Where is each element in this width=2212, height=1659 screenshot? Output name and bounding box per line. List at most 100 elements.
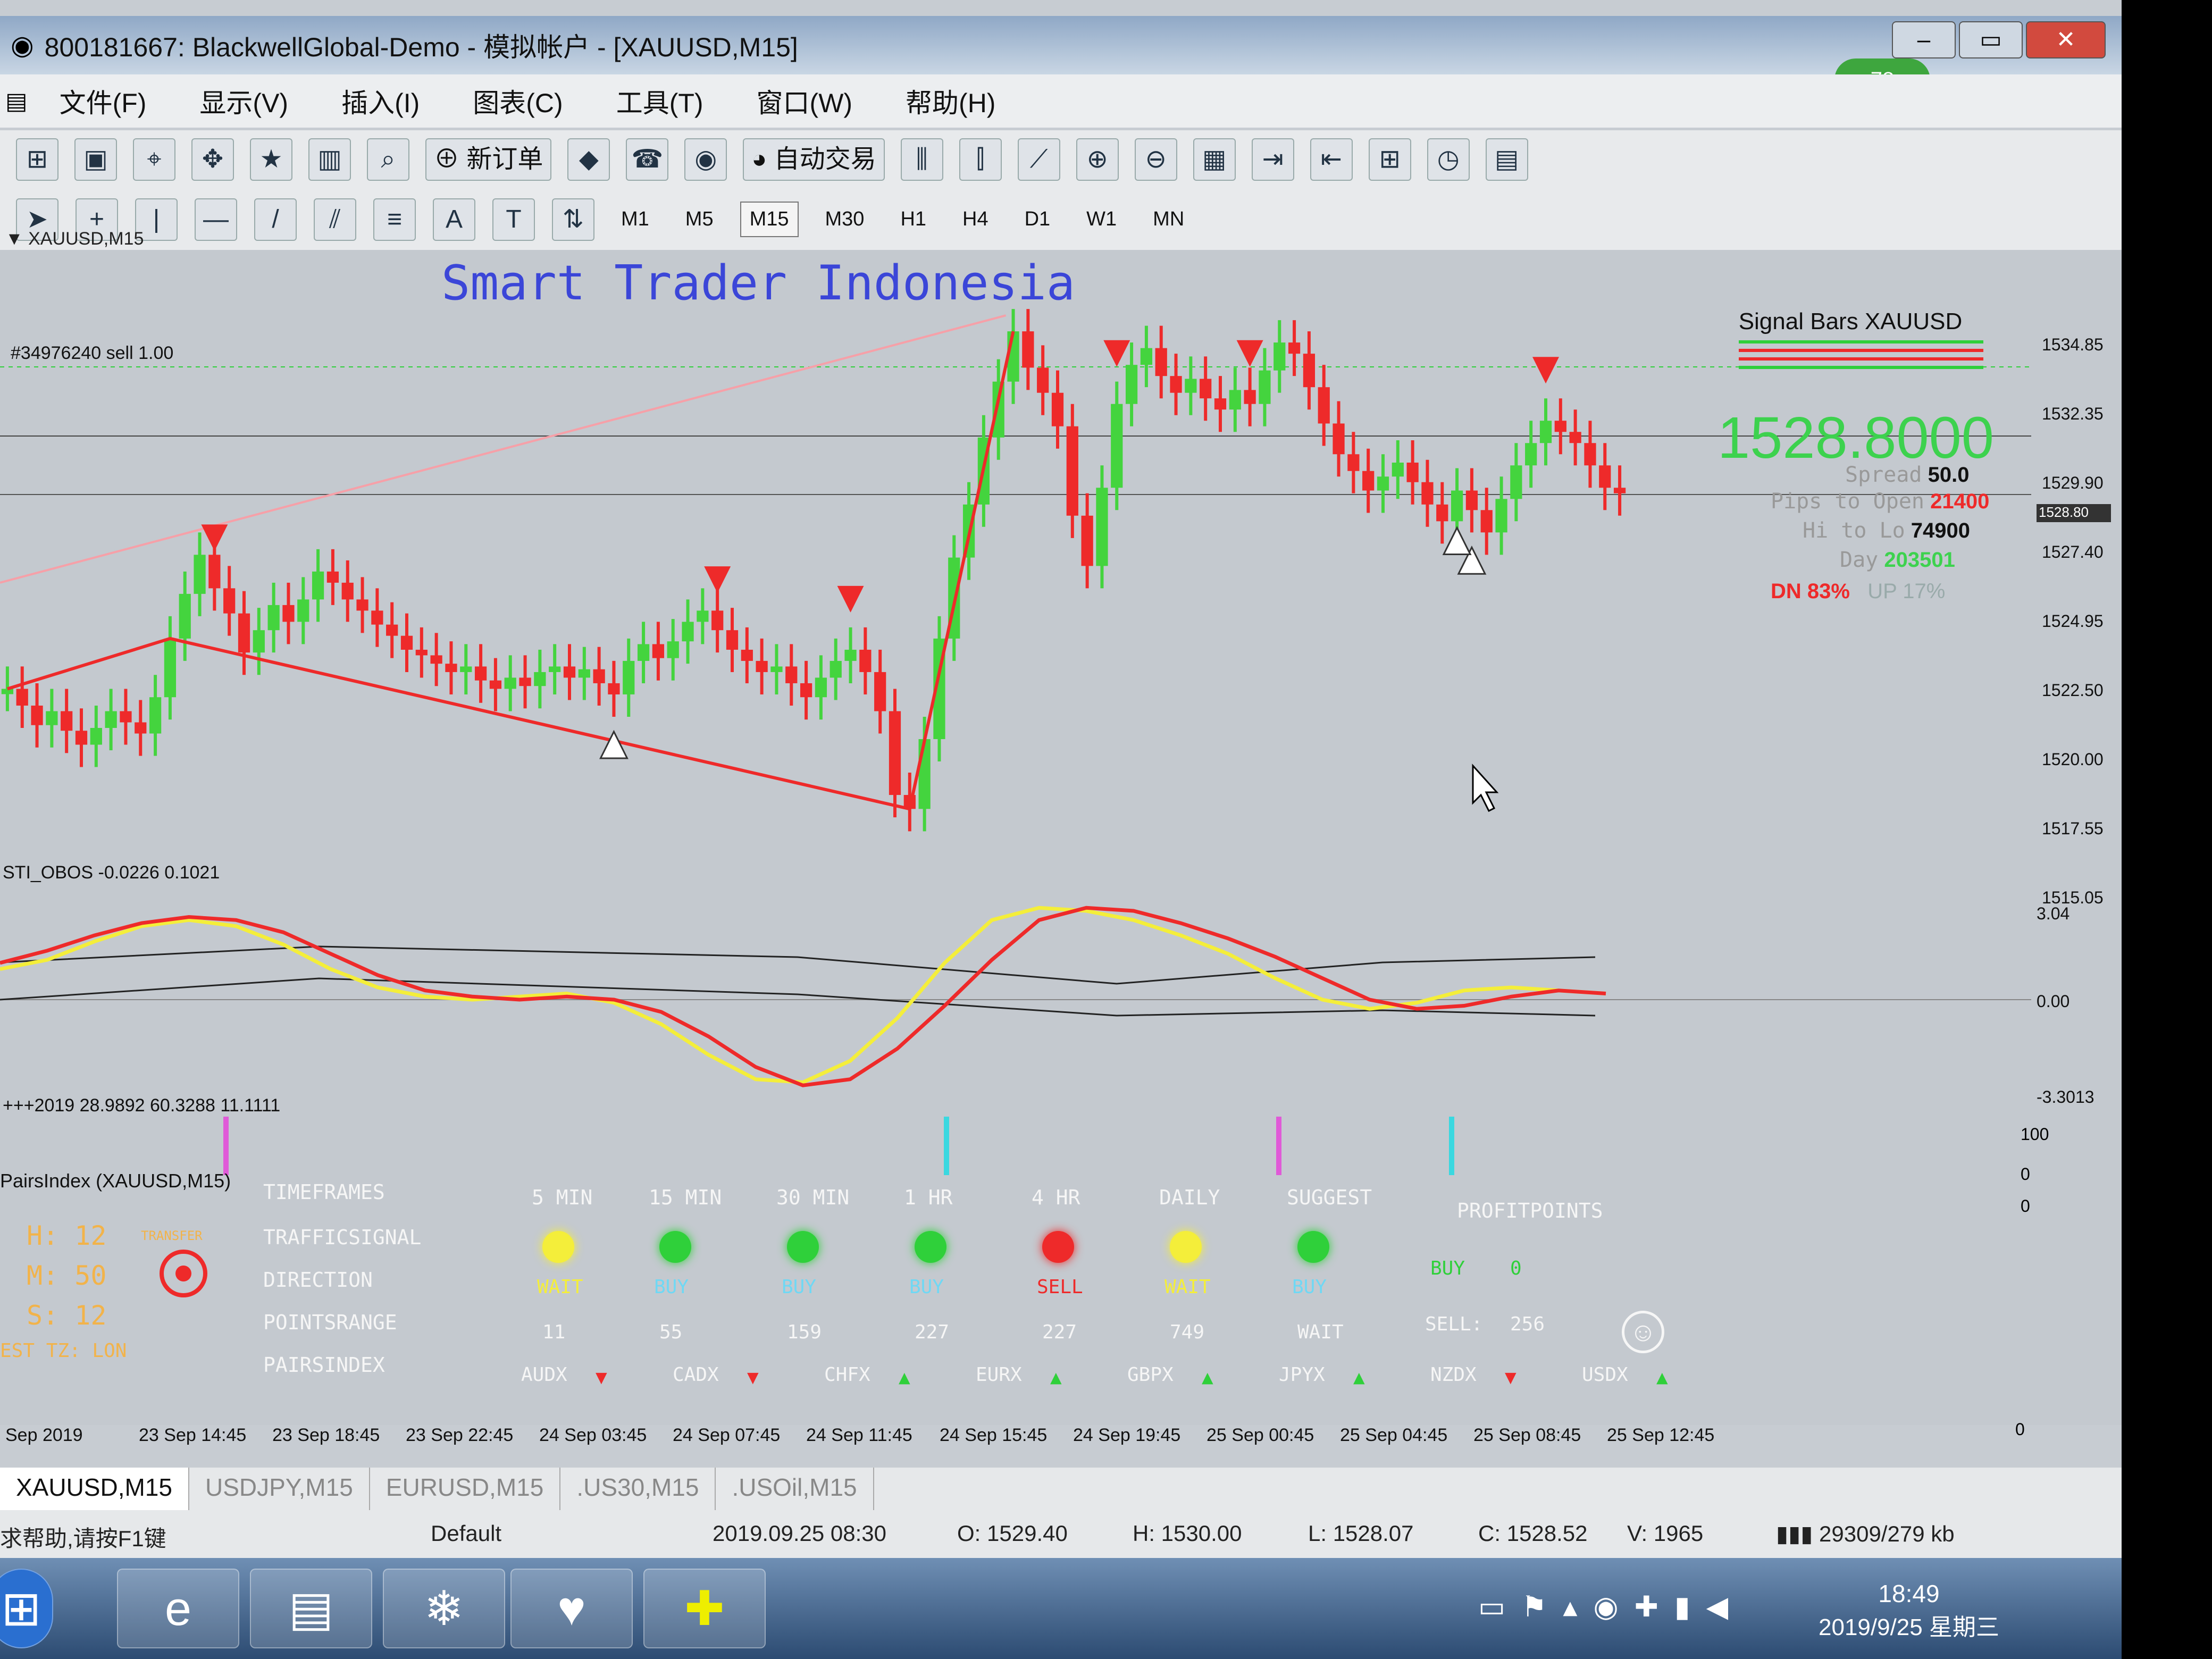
buy-arrow-icon — [599, 730, 629, 759]
status-profile[interactable]: Default — [431, 1521, 501, 1546]
data-window-icon[interactable]: ✥ — [191, 138, 234, 181]
current-price-tag: 1528.80 — [2037, 504, 2111, 522]
arrows-icon[interactable]: ⇅ — [552, 198, 594, 241]
menu-charts[interactable]: 图表(C) — [473, 82, 563, 120]
candle-body — [697, 610, 709, 622]
obos-tick: 3.04 — [2037, 904, 2070, 923]
tab-us30[interactable]: .US30,M15 — [560, 1468, 716, 1510]
tab-usdjpy[interactable]: USDJPY,M15 — [189, 1468, 370, 1510]
periods-icon[interactable]: ◷ — [1427, 138, 1470, 181]
navigator-icon[interactable]: ★ — [250, 138, 292, 181]
start-button[interactable]: ⊞ — [0, 1569, 53, 1648]
tile-windows-icon[interactable]: ▦ — [1193, 138, 1236, 181]
price-scale[interactable]: 1534.85 1532.35 1529.90 1527.40 1524.95 … — [2031, 298, 2122, 936]
cards-game-icon[interactable]: ♥ — [510, 1569, 633, 1648]
clock[interactable]: 18:49 2019/9/25 星期三 — [1819, 1579, 1999, 1642]
pair-name: CHFX — [824, 1364, 870, 1386]
row-label-timeframes: TIMEFRAMES — [263, 1180, 385, 1204]
timeframe-h4[interactable]: H4 — [953, 202, 998, 237]
text-label-icon[interactable]: T — [492, 198, 535, 241]
timeframe-mn[interactable]: MN — [1143, 202, 1194, 237]
auto-trading-button[interactable]: ◕ 自动交易 — [743, 138, 885, 181]
timeframe-m1[interactable]: M1 — [611, 202, 659, 237]
profiles-icon[interactable]: ▣ — [74, 138, 117, 181]
bar-chart-icon[interactable]: ⫼ — [900, 138, 943, 181]
watermark-title: Smart Trader Indonesia — [441, 255, 1076, 311]
tab-usoil[interactable]: .USOil,M15 — [716, 1468, 874, 1510]
indicators-icon[interactable]: ⊞ — [1368, 138, 1411, 181]
fibonacci-icon[interactable]: ≡ — [373, 198, 416, 241]
price-tick: 1527.40 — [2042, 542, 2104, 562]
auto-trading-label: 自动交易 — [774, 145, 876, 173]
timeframe-m15[interactable]: M15 — [740, 202, 799, 237]
row-label-trafficsignal: TRAFFICSIGNAL — [263, 1226, 422, 1249]
candle-body — [312, 571, 324, 600]
candle-body — [1155, 348, 1167, 376]
time-axis: Sep 2019 23 Sep 14:45 23 Sep 18:45 23 Sep 2… — [0, 1425, 2122, 1457]
menu-view[interactable]: 显示(V) — [199, 82, 288, 120]
equidistant-channel-icon[interactable]: ⫽ — [314, 198, 356, 241]
obos-tick: -3.3013 — [2037, 1087, 2094, 1107]
up-arrow-icon: ▲ — [1353, 1367, 1365, 1388]
explorer-icon[interactable]: ▤ — [250, 1569, 372, 1648]
column-timeframe: 15 MIN — [649, 1186, 722, 1209]
new-order-button[interactable]: ⊕ 新订单 — [425, 138, 552, 181]
pair-name: USDX — [1582, 1364, 1628, 1386]
zoom-out-icon[interactable]: ⊖ — [1134, 138, 1177, 181]
new-chart-icon[interactable]: ⊞ — [16, 138, 58, 181]
tab-xauusd[interactable]: XAUUSD,M15 — [0, 1468, 189, 1510]
candle-body — [1569, 432, 1581, 443]
obos-indicator[interactable] — [0, 888, 2031, 1101]
timeframe-h1[interactable]: H1 — [891, 202, 936, 237]
dn-up-row: DN 83% UP 17% — [1771, 580, 1945, 604]
text-icon[interactable]: A — [433, 198, 475, 241]
signal-bars-panel: Signal Bars XAUUSD — [1717, 308, 1983, 374]
buy-value: 0 — [1510, 1258, 1522, 1279]
candle-body — [623, 660, 635, 694]
candle-body — [1362, 471, 1375, 491]
line-chart-icon[interactable]: ⟋ — [1017, 138, 1060, 181]
menu-window[interactable]: 窗口(W) — [757, 82, 853, 120]
timeframe-d1[interactable]: D1 — [1015, 202, 1060, 237]
time-tick: Sep 2019 — [5, 1425, 83, 1445]
auto-scroll-icon[interactable]: ⇥ — [1251, 138, 1294, 181]
trendline-icon[interactable]: / — [254, 198, 297, 241]
time-tick: 23 Sep 18:45 — [272, 1425, 380, 1445]
maximize-button[interactable]: ▭ — [1959, 21, 2023, 58]
close-button[interactable]: ✕ — [2026, 21, 2106, 58]
candle-body — [164, 638, 177, 698]
timeframe-m5[interactable]: M5 — [676, 202, 723, 237]
mt4-icon[interactable]: ✚ — [643, 1569, 766, 1648]
market-icon[interactable]: ◉ — [684, 138, 727, 181]
metaeditor-icon[interactable]: ◆ — [567, 138, 610, 181]
candlestick-icon[interactable]: ⫿ — [959, 138, 1002, 181]
minimize-button[interactable]: – — [1892, 21, 1956, 58]
candle-body — [1480, 510, 1493, 533]
candle-body — [16, 689, 28, 706]
candle-body — [1111, 404, 1123, 488]
terminal-icon[interactable]: ▥ — [308, 138, 351, 181]
zoom-in-icon[interactable]: ⊕ — [1076, 138, 1119, 181]
menu-insert[interactable]: 插入(I) — [341, 82, 420, 120]
timeframe-w1[interactable]: W1 — [1077, 202, 1126, 237]
templates-icon[interactable]: ▤ — [1485, 138, 1528, 181]
status-close: C: 1528.52 — [1478, 1521, 1588, 1546]
chart-shift-icon[interactable]: ⇤ — [1310, 138, 1353, 181]
market-watch-icon[interactable]: ⌖ — [133, 138, 175, 181]
horizontal-line-icon[interactable]: — — [195, 198, 237, 241]
signals-icon[interactable]: ☎ — [626, 138, 669, 181]
menu-tools[interactable]: 工具(T) — [616, 82, 703, 120]
strategy-tester-icon[interactable]: ⌕ — [367, 138, 409, 181]
candle-body — [1037, 367, 1049, 393]
menu-help[interactable]: 帮助(H) — [906, 82, 995, 120]
system-tray[interactable]: ▭⚑▴◉✚▮◀ — [1478, 1590, 1744, 1623]
tab-eurusd[interactable]: EURUSD,M15 — [370, 1468, 561, 1510]
timeframe-m30[interactable]: M30 — [816, 202, 874, 237]
candle-body — [326, 571, 339, 583]
snowflake-app-icon[interactable]: ❄ — [383, 1569, 505, 1648]
chart-tabs: XAUUSD,M15 USDJPY,M15 EURUSD,M15 .US30,M… — [0, 1468, 2122, 1510]
column-timeframe: 1 HR — [904, 1186, 953, 1209]
ie-icon[interactable]: e — [117, 1569, 239, 1648]
candle-body — [1510, 465, 1522, 499]
menu-file[interactable]: 文件(F) — [60, 82, 147, 120]
